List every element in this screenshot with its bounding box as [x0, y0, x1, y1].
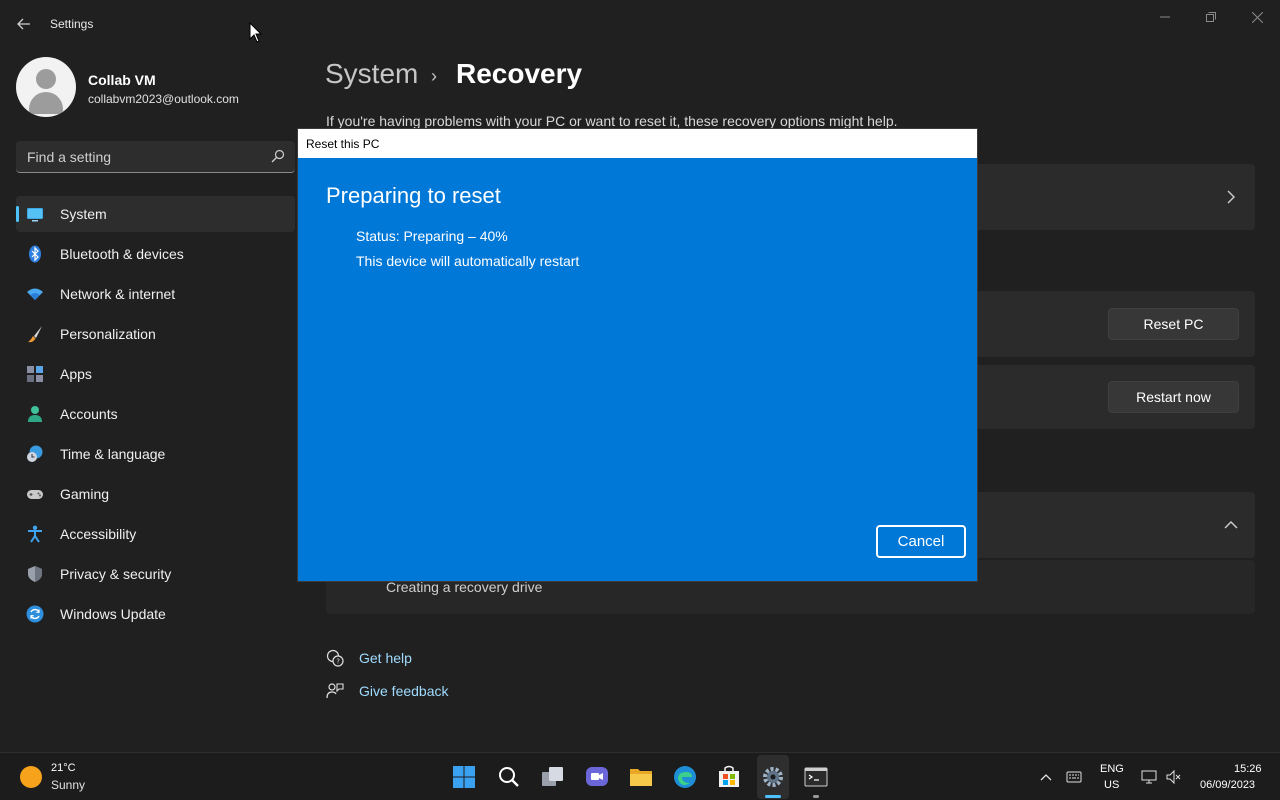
person-icon — [28, 406, 42, 422]
chevron-right-icon — [1227, 190, 1235, 204]
search-input[interactable]: Find a setting — [27, 149, 111, 165]
clock-date[interactable]: 06/09/2023 — [1200, 779, 1255, 791]
dialog-heading: Preparing to reset — [326, 183, 501, 208]
sidebar-item-windows-update[interactable]: Windows Update — [16, 596, 295, 632]
taskbar: 21°C Sunny ENG US 15:26 06/09/2023 — [0, 752, 1280, 800]
sidebar-item-system[interactable]: System — [16, 196, 295, 232]
sidebar-item-label: Personalization — [60, 326, 156, 342]
dialog-body: Preparing to reset Status: Preparing – 4… — [298, 158, 977, 581]
dialog-title-bar[interactable]: Reset this PC — [298, 129, 977, 158]
sidebar-item-label: Windows Update — [60, 606, 166, 622]
chevron-up-icon — [1224, 521, 1238, 529]
reset-this-pc-dialog: Reset this PC Preparing to reset Status:… — [297, 128, 978, 582]
sidebar-item-label: Gaming — [60, 486, 110, 502]
sidebar-item-label: System — [60, 206, 107, 222]
bluetooth-icon — [29, 245, 41, 263]
language-region[interactable]: US — [1104, 779, 1119, 791]
cancel-button[interactable]: Cancel — [876, 525, 966, 558]
maximize-icon — [1206, 12, 1216, 22]
breadcrumb-system[interactable]: System — [325, 58, 418, 90]
terminal-icon[interactable] — [803, 764, 829, 790]
selection-indicator — [16, 206, 19, 222]
sidebar-item-label: Accessibility — [60, 526, 137, 542]
edge-icon[interactable] — [672, 764, 698, 790]
maximize-button[interactable] — [1188, 6, 1234, 28]
settings-gear-icon[interactable] — [760, 764, 786, 790]
search-box[interactable]: Find a setting — [16, 141, 295, 173]
dialog-title: Reset this PC — [306, 137, 380, 151]
sidebar-item-label: Time & language — [60, 446, 166, 462]
give-feedback-label[interactable]: Give feedback — [359, 683, 449, 699]
search-icon[interactable] — [496, 764, 522, 790]
sidebar-item-accessibility[interactable]: Accessibility — [16, 516, 295, 552]
weather-condition[interactable]: Sunny — [51, 778, 85, 792]
weather-temperature[interactable]: 21°C — [51, 762, 76, 774]
chevron-up-icon[interactable] — [1038, 769, 1054, 785]
accessibility-icon — [28, 525, 42, 543]
shield-icon — [28, 566, 42, 582]
sidebar-item-network[interactable]: Network & internet — [16, 276, 295, 312]
title-bar: Settings — [0, 0, 1280, 48]
sidebar-item-bluetooth[interactable]: Bluetooth & devices — [16, 236, 295, 272]
sidebar-item-label: Network & internet — [60, 286, 176, 302]
clock-time[interactable]: 15:26 — [1234, 763, 1262, 775]
update-icon — [26, 605, 44, 623]
close-button[interactable] — [1234, 6, 1280, 28]
help-chat-icon: ? — [326, 649, 344, 667]
sidebar-item-time-language[interactable]: Time & language — [16, 436, 295, 472]
close-icon — [1251, 11, 1263, 23]
give-feedback-link[interactable]: Give feedback — [326, 682, 449, 700]
teams-chat-icon[interactable] — [584, 764, 610, 790]
running-app-indicator — [813, 795, 819, 798]
search-icon[interactable] — [271, 149, 285, 163]
reset-status-text: Status: Preparing – 40% — [356, 228, 508, 244]
sidebar-item-label: Accounts — [60, 406, 118, 422]
mouse-cursor-icon — [249, 22, 263, 43]
sidebar-item-label: Bluetooth & devices — [60, 246, 184, 262]
minimize-button[interactable] — [1142, 6, 1188, 28]
task-view-icon[interactable] — [540, 764, 566, 790]
sidebar-item-privacy[interactable]: Privacy & security — [16, 556, 295, 592]
app-title: Settings — [50, 17, 94, 31]
restart-note: This device will automatically restart — [356, 253, 580, 269]
keyboard-icon[interactable] — [1066, 769, 1082, 785]
minimize-icon — [1160, 16, 1170, 18]
display-network-icon[interactable] — [1141, 769, 1157, 785]
page-title: Recovery — [456, 58, 583, 89]
store-icon[interactable] — [716, 764, 742, 790]
paintbrush-icon — [28, 326, 42, 343]
sidebar-item-personalization[interactable]: Personalization — [16, 316, 295, 352]
sidebar-item-label: Privacy & security — [60, 566, 172, 582]
language-indicator[interactable]: ENG — [1100, 763, 1124, 775]
restart-now-button[interactable]: Restart now — [1108, 381, 1239, 413]
gamepad-icon — [27, 490, 43, 499]
sidebar-item-gaming[interactable]: Gaming — [16, 476, 295, 512]
volume-muted-icon[interactable] — [1166, 769, 1182, 785]
back-button[interactable] — [10, 12, 38, 36]
profile-email: collabvm2023@outlook.com — [88, 92, 239, 106]
reset-pc-button[interactable]: Reset PC — [1108, 308, 1239, 340]
arrow-left-icon — [17, 18, 30, 30]
windows-start-icon[interactable] — [451, 764, 477, 790]
get-help-link[interactable]: ? Get help — [326, 649, 412, 667]
breadcrumb-separator: › — [431, 66, 437, 86]
sidebar-item-accounts[interactable]: Accounts — [16, 396, 295, 432]
active-app-indicator — [765, 795, 781, 798]
apps-icon — [27, 366, 43, 382]
sidebar-item-apps[interactable]: Apps — [16, 356, 295, 392]
get-help-label[interactable]: Get help — [359, 650, 412, 666]
avatar[interactable] — [16, 57, 76, 117]
page-description: If you're having problems with your PC o… — [326, 113, 898, 129]
wifi-icon — [27, 288, 43, 300]
sidebar-item-label: Apps — [60, 366, 92, 382]
sun-icon[interactable] — [20, 766, 42, 788]
svg-text:?: ? — [336, 658, 340, 666]
feedback-icon — [326, 683, 344, 699]
file-explorer-icon[interactable] — [628, 764, 654, 790]
clock-globe-icon — [27, 445, 43, 462]
profile-name: Collab VM — [88, 72, 156, 88]
monitor-icon — [27, 208, 43, 222]
